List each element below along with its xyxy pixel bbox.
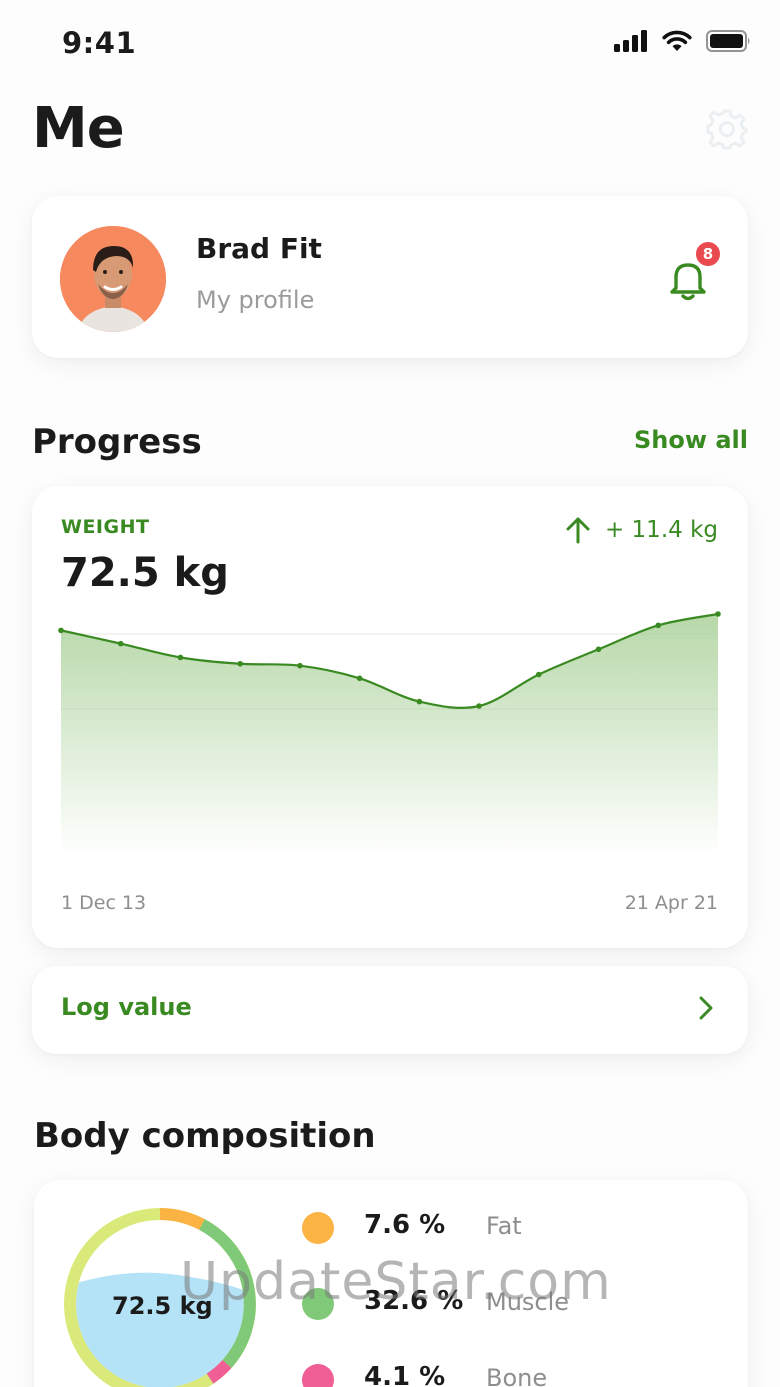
page-title: Me (32, 96, 125, 161)
settings-gear-icon[interactable] (706, 108, 748, 150)
chart-data-point (476, 703, 482, 709)
chart-data-point (177, 654, 184, 661)
profile-card[interactable]: Brad Fit My profile 8 (32, 196, 748, 358)
avatar-person-icon (60, 226, 166, 332)
status-icons (614, 30, 752, 52)
chart-data-point (416, 698, 423, 705)
notification-badge: 8 (694, 240, 722, 268)
chart-data-point (536, 671, 542, 678)
cellular-signal-icon (614, 30, 647, 52)
notifications-button[interactable]: 8 (664, 240, 728, 308)
profile-subtitle[interactable]: My profile (196, 286, 314, 314)
progress-title: Progress (32, 422, 202, 462)
status-bar: 9:41 (0, 0, 780, 88)
fat-dot-icon (302, 1212, 334, 1244)
weight-label: WEIGHT (61, 516, 150, 538)
log-value-button[interactable]: Log value (32, 966, 748, 1054)
legend-item-fat: 7.6 % Fat (302, 1208, 722, 1248)
chart-end-date: 21 Apr 21 (624, 892, 718, 914)
chart-data-point (715, 611, 721, 617)
chart-data-point (655, 622, 662, 629)
weight-area-chart (58, 611, 721, 856)
chart-start-date: 1 Dec 13 (61, 892, 147, 914)
profile-name: Brad Fit (196, 232, 322, 265)
fat-value: 7.6 % (364, 1210, 446, 1240)
log-value-label: Log value (61, 993, 192, 1021)
bone-value: 4.1 % (364, 1362, 446, 1387)
show-all-link[interactable]: Show all (600, 426, 748, 454)
body-composition-title: Body composition (34, 1116, 376, 1156)
weight-card[interactable]: WEIGHT 72.5 kg + 11.4 kg 1 Dec 13 21 Apr… (32, 486, 748, 948)
status-time: 9:41 (62, 26, 137, 60)
avatar[interactable] (60, 226, 166, 332)
chart-data-point (595, 646, 602, 653)
chart-data-point (356, 675, 363, 682)
arrow-up-icon (566, 517, 590, 544)
chart-data-point (117, 640, 124, 647)
chart-data-point (237, 660, 243, 667)
chart-data-point (297, 662, 303, 669)
fat-label: Fat (486, 1212, 522, 1240)
chart-data-point (58, 627, 64, 634)
wifi-icon (662, 30, 692, 51)
bone-dot-icon (302, 1364, 334, 1387)
chart-area-fill (61, 614, 718, 856)
legend-item-bone: 4.1 % Bone (302, 1360, 722, 1387)
weight-change: + 11.4 kg (565, 516, 718, 544)
weight-change-value: + 11.4 kg (604, 517, 718, 543)
chevron-right-icon (699, 996, 713, 1020)
bone-label: Bone (486, 1364, 548, 1387)
battery-icon (706, 30, 750, 52)
watermark-text: UpdateStar.com (180, 1252, 612, 1312)
